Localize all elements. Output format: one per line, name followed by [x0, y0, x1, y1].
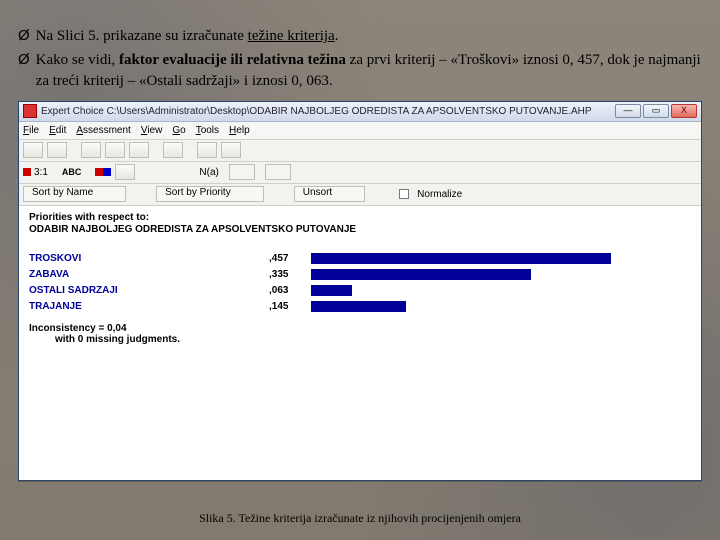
titlebar: Expert Choice C:\Users\Administrator\Des… [19, 102, 701, 122]
criteria-bar [311, 301, 406, 312]
menu-view[interactable]: View [141, 125, 163, 136]
abc-button[interactable]: ABC [62, 167, 82, 177]
equalizer-icon[interactable] [95, 168, 111, 176]
criteria-bar [311, 285, 352, 296]
toolbar-sort: Sort by Name Sort by Priority Unsort Nor… [19, 184, 701, 206]
criteria-row: TRAJANJE,145 [29, 299, 691, 315]
toolbar-button[interactable] [229, 164, 255, 180]
bullet-text: Kako se vidi, faktor evaluacije ili rela… [36, 50, 702, 91]
sort-by-priority-button[interactable]: Sort by Priority [156, 186, 264, 202]
bullet-1: Ø Na Slici 5. prikazane su izračunate te… [18, 26, 702, 46]
toolbar-button[interactable] [265, 164, 291, 180]
normalize-label: Normalize [417, 189, 462, 200]
criteria-name: OSTALI SADRZAJI [29, 285, 269, 296]
toolbar-secondary: 3:1 ABC N(a) [19, 162, 701, 184]
menu-tools[interactable]: Tools [196, 125, 219, 136]
criteria-value: ,063 [269, 285, 311, 296]
criteria-value: ,335 [269, 269, 311, 280]
toolbar-button[interactable] [81, 142, 101, 158]
bullet-mark: Ø [18, 26, 30, 46]
priorities-header: Priorities with respect to: [29, 212, 691, 223]
menu-edit[interactable]: Edit [49, 125, 66, 136]
criteria-name: TRAJANJE [29, 301, 269, 312]
menu-help[interactable]: Help [229, 125, 250, 136]
bullet-mark: Ø [18, 50, 30, 91]
toolbar-button[interactable] [47, 142, 67, 158]
criteria-bar [311, 269, 531, 280]
normalize-checkbox[interactable] [399, 189, 409, 199]
criteria-chart: TROSKOVI,457ZABAVA,335OSTALI SADRZAJI,06… [29, 251, 691, 315]
menu-go[interactable]: Go [172, 125, 185, 136]
content-area: Priorities with respect to: ODABIR NAJBO… [19, 206, 701, 345]
goal-title: ODABIR NAJBOLJEG ODREDISTA ZA APSOLVENTS… [29, 224, 691, 235]
toolbar-button[interactable] [129, 142, 149, 158]
toolbar-button[interactable] [221, 142, 241, 158]
menu-assessment[interactable]: Assessment [76, 125, 130, 136]
toolbar-main [19, 140, 701, 162]
ratio-label: 3:1 [34, 167, 48, 178]
figure-caption: Slika 5. Težine kriterija izračunate iz … [0, 511, 720, 526]
na-label: N(a) [199, 167, 218, 178]
criteria-value: ,145 [269, 301, 311, 312]
menu-file[interactable]: File [23, 125, 39, 136]
window-title: Expert Choice C:\Users\Administrator\Des… [41, 106, 611, 117]
bullet-text: Na Slici 5. prikazane su izračunate teži… [36, 26, 339, 46]
criteria-value: ,457 [269, 253, 311, 264]
sort-by-name-button[interactable]: Sort by Name [23, 186, 126, 202]
criteria-row: OSTALI SADRZAJI,063 [29, 283, 691, 299]
app-icon [23, 104, 37, 118]
toolbar-button[interactable] [115, 164, 135, 180]
toolbar-button[interactable] [105, 142, 125, 158]
criteria-row: TROSKOVI,457 [29, 251, 691, 267]
criteria-row: ZABAVA,335 [29, 267, 691, 283]
bullet-2: Ø Kako se vidi, faktor evaluacije ili re… [18, 50, 702, 91]
unsort-button[interactable]: Unsort [294, 186, 365, 202]
toolbar-button[interactable] [163, 142, 183, 158]
ratio-indicator: 3:1 [23, 167, 48, 178]
criteria-bar [311, 253, 611, 264]
criteria-name: TROSKOVI [29, 253, 269, 264]
criteria-name: ZABAVA [29, 269, 269, 280]
minimize-button[interactable]: — [615, 104, 641, 118]
toolbar-button[interactable] [197, 142, 217, 158]
missing-judgments: with 0 missing judgments. [55, 334, 180, 345]
app-window: Expert Choice C:\Users\Administrator\Des… [18, 101, 702, 481]
menubar: File Edit Assessment View Go Tools Help [19, 122, 701, 140]
toolbar-button[interactable] [23, 142, 43, 158]
inconsistency-block: Inconsistency = 0,04 with 0 missing judg… [29, 323, 691, 345]
inconsistency-value: Inconsistency = 0,04 [29, 323, 127, 334]
close-button[interactable]: X [671, 104, 697, 118]
maximize-button[interactable]: ▭ [643, 104, 669, 118]
